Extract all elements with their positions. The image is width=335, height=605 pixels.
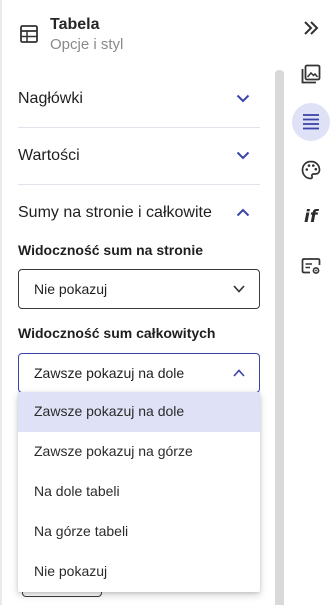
chevron-up-icon — [236, 208, 250, 217]
option-label: Zawsze pokazuj na górze — [34, 443, 193, 459]
grand-totals-value: Zawsze pokazuj na dole — [34, 365, 185, 381]
icon-rail: if — [284, 0, 335, 605]
collapse-icon — [304, 21, 319, 35]
dropdown-option[interactable]: Zawsze pokazuj na dole — [18, 392, 260, 432]
chevron-down-icon — [236, 94, 250, 103]
option-label: Zawsze pokazuj na dole — [34, 403, 185, 419]
table-icon — [20, 25, 38, 43]
grand-totals-select[interactable]: Zawsze pokazuj na dole — [18, 353, 260, 393]
scrollbar[interactable] — [275, 70, 284, 605]
page-totals-label: Widoczność sum na stronie — [18, 242, 204, 258]
if-icon: if — [304, 207, 318, 227]
page-totals-value: Nie pokazuj — [34, 281, 108, 297]
palette-icon — [301, 160, 321, 180]
panel-subtitle: Opcje i styl — [50, 36, 124, 53]
option-label: Nie pokazuj — [34, 563, 108, 579]
dropdown-option[interactable]: Zawsze pokazuj na górze — [18, 432, 260, 472]
panel-title: Tabela — [50, 16, 100, 33]
dropdown-option[interactable]: Na górze tabeli — [18, 512, 260, 552]
options-panel: Tabela Opcje i styl Nagłówki Wartości Su… — [0, 0, 284, 605]
conditional-tab[interactable]: if — [292, 199, 330, 237]
image-icon — [301, 64, 321, 84]
section-headers[interactable]: Nagłówki — [18, 72, 260, 128]
dropdown-option[interactable]: Nie pokazuj — [18, 552, 260, 592]
section-values[interactable]: Wartości — [18, 129, 260, 185]
panel-header: Tabela Opcje i styl — [18, 14, 268, 58]
section-totals-label: Sumy na stronie i całkowite — [18, 204, 212, 221]
list-icon — [303, 114, 319, 130]
image-tab[interactable] — [292, 55, 330, 93]
settings-card-icon — [301, 258, 321, 274]
chevron-up-icon — [233, 369, 245, 377]
divider — [18, 127, 260, 128]
dropdown-option[interactable]: Na dole tabeli — [18, 472, 260, 512]
divider — [18, 184, 260, 185]
style-tab[interactable] — [292, 151, 330, 189]
chevron-down-icon — [233, 285, 245, 293]
section-headers-label: Nagłówki — [18, 90, 83, 107]
grand-totals-label: Widoczność sum całkowitych — [18, 325, 216, 341]
option-label: Na górze tabeli — [34, 523, 129, 539]
page-totals-select[interactable]: Nie pokazuj — [18, 269, 260, 309]
settings-tab[interactable] — [292, 247, 330, 285]
list-tab[interactable] — [292, 103, 330, 141]
chevron-down-icon — [236, 151, 250, 160]
collapse-button[interactable] — [292, 9, 330, 47]
panel-edge — [0, 0, 2, 605]
section-values-label: Wartości — [18, 147, 80, 164]
grand-totals-dropdown: Zawsze pokazuj na dole Zawsze pokazuj na… — [18, 392, 260, 592]
option-label: Na dole tabeli — [34, 483, 120, 499]
section-totals[interactable]: Sumy na stronie i całkowite — [18, 186, 260, 242]
